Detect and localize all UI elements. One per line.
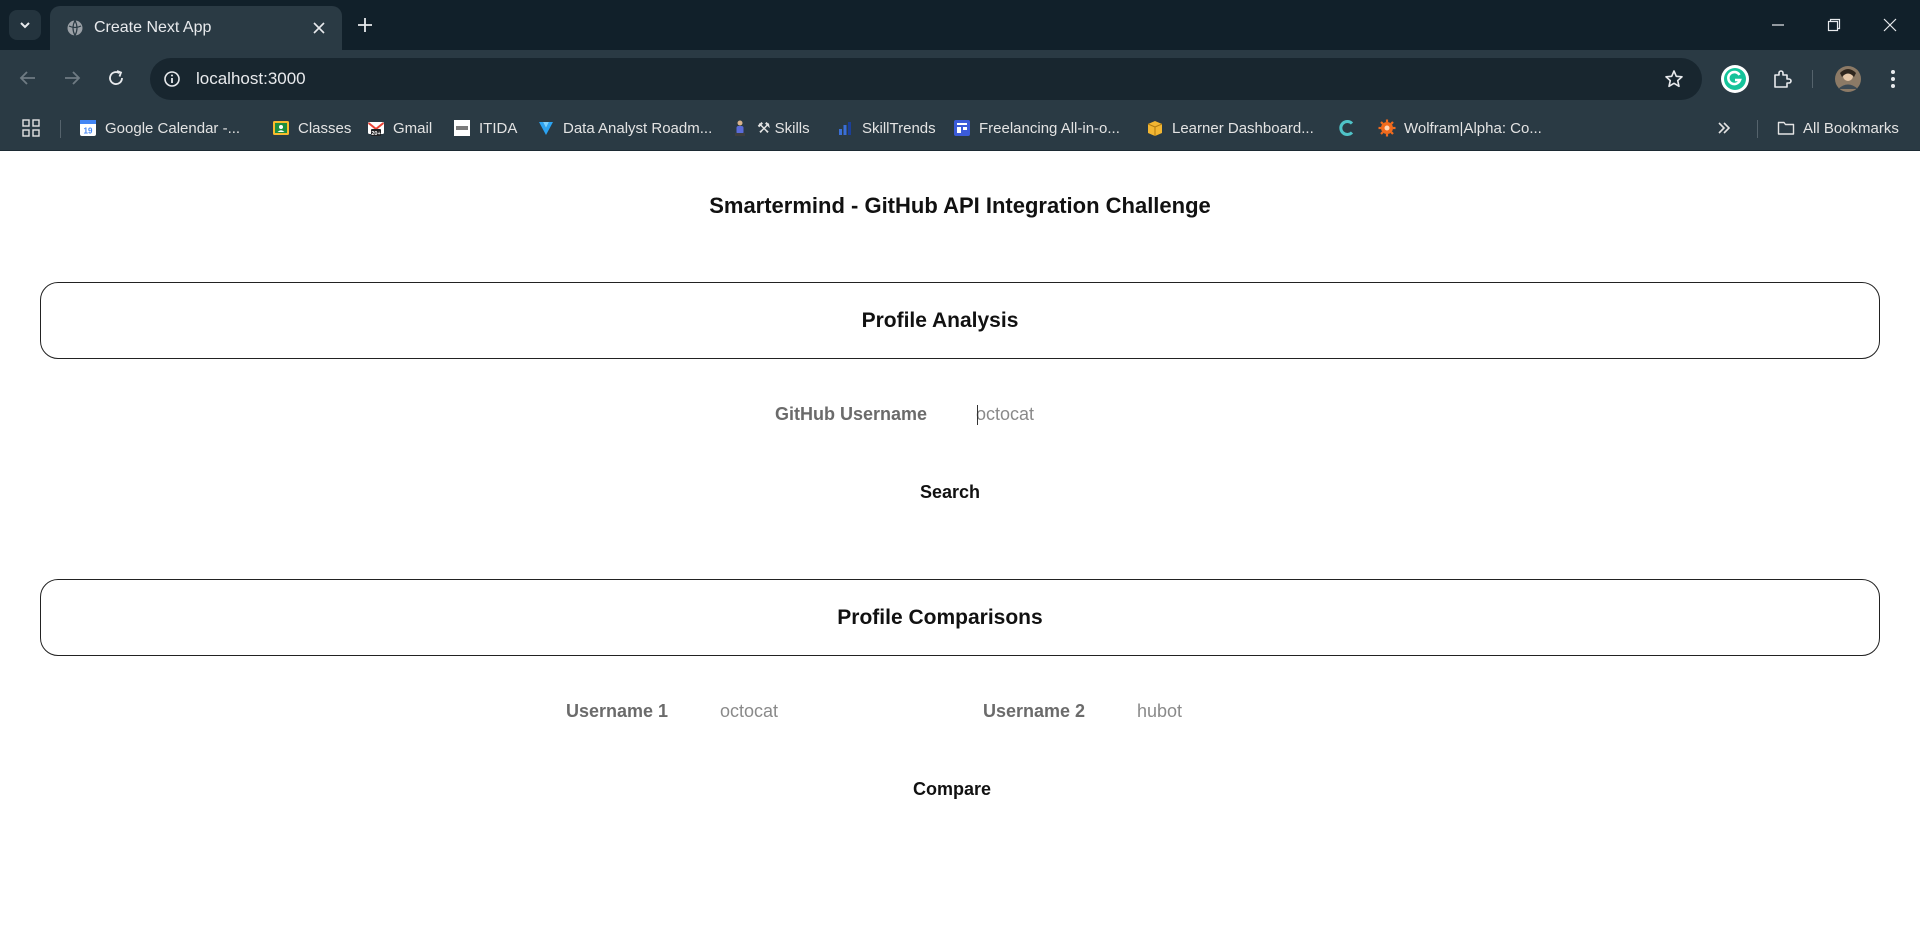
- bookmark-label: ⚒ Skills: [757, 120, 810, 137]
- back-button[interactable]: [12, 62, 44, 94]
- apps-button[interactable]: [22, 114, 40, 142]
- bookmark-itida[interactable]: ITIDA: [453, 114, 517, 142]
- svg-text:19: 19: [84, 127, 93, 136]
- more-bookmarks-button[interactable]: [1717, 114, 1731, 142]
- username2-label: Username 2: [983, 701, 1086, 721]
- page-content: Smartermind - GitHub API Integration Cha…: [0, 151, 1920, 947]
- restore-button[interactable]: [1806, 0, 1862, 50]
- text-caret: [977, 405, 978, 425]
- all-bookmarks-button[interactable]: All Bookmarks: [1777, 114, 1899, 142]
- site-info-button[interactable]: [157, 64, 187, 94]
- info-icon: [164, 71, 180, 87]
- page-title: Smartermind - GitHub API Integration Cha…: [709, 193, 1211, 218]
- chevron-down-icon: [20, 22, 30, 29]
- all-bookmarks-label: All Bookmarks: [1803, 119, 1899, 137]
- bookmark-skills[interactable]: ⚒ Skills: [731, 114, 810, 142]
- forward-button[interactable]: [56, 62, 88, 94]
- bookmark-label: Learner Dashboard...: [1172, 119, 1314, 137]
- grammarly-extension-button[interactable]: [1718, 62, 1752, 96]
- profile-comparisons-header: Profile Comparisons: [40, 579, 1880, 656]
- compare-button[interactable]: Compare: [913, 779, 991, 800]
- new-tab-button[interactable]: [350, 10, 380, 40]
- calendar-icon: 19: [80, 120, 96, 136]
- profile-avatar-button[interactable]: [1831, 62, 1865, 96]
- search-button[interactable]: Search: [920, 482, 980, 503]
- chevron-double-right-icon: [1718, 122, 1731, 134]
- bookmark-gmail[interactable]: 20+ Gmail: [367, 114, 432, 142]
- folder-icon: [1777, 121, 1795, 135]
- plus-icon: [358, 18, 372, 32]
- bookmark-label: ITIDA: [479, 119, 518, 137]
- bookmark-google-calendar[interactable]: 19 Google Calendar -...: [79, 114, 240, 142]
- active-tab[interactable]: Create Next App: [50, 6, 342, 50]
- browser-menu-button[interactable]: [1876, 62, 1910, 96]
- username1-input[interactable]: [720, 698, 920, 724]
- bookmarks-divider: [60, 120, 61, 138]
- bookmark-label: Wolfram|Alpha: Co...: [1404, 119, 1542, 137]
- close-window-button[interactable]: [1862, 0, 1918, 50]
- roadmap-icon: [539, 122, 553, 135]
- restore-icon: [1827, 18, 1841, 32]
- wolfram-icon: [1378, 119, 1396, 137]
- itida-icon: [454, 120, 470, 136]
- star-icon: [1665, 70, 1683, 88]
- avatar-icon: [1835, 66, 1861, 92]
- apps-grid-icon: [22, 119, 40, 137]
- bookmarks-divider: [1757, 120, 1758, 138]
- svg-text:20+: 20+: [371, 131, 380, 137]
- bookmark-freelancing[interactable]: Freelancing All-in-o...: [953, 114, 1120, 142]
- gmail-icon: 20+: [367, 122, 385, 137]
- profile-comparisons-heading: Profile Comparisons: [837, 605, 1043, 629]
- bookmark-wolfram-alpha[interactable]: Wolfram|Alpha: Co...: [1378, 114, 1542, 142]
- bookmark-label: SkillTrends: [862, 119, 936, 137]
- grammarly-icon: [1721, 65, 1749, 93]
- bookmark-classes[interactable]: Classes: [272, 114, 351, 142]
- puzzle-icon: [1774, 70, 1792, 88]
- reload-icon: [109, 70, 123, 85]
- close-icon: [313, 22, 325, 34]
- extensions-button[interactable]: [1765, 62, 1799, 96]
- classroom-icon: [273, 121, 289, 135]
- minimize-icon: [1772, 24, 1784, 26]
- url-text[interactable]: localhost:3000: [196, 69, 1654, 89]
- close-tab-button[interactable]: [308, 17, 330, 39]
- toolbar-divider: [1812, 70, 1813, 88]
- bookmark-star-button[interactable]: [1654, 59, 1694, 99]
- bookmark-label: Data Analyst Roadm...: [563, 119, 713, 137]
- github-username-input[interactable]: [976, 401, 1176, 427]
- close-icon: [1883, 18, 1897, 32]
- browser-toolbar: localhost:3000: [0, 50, 1920, 106]
- bookmarks-bar: 19 Google Calendar -... Classes 20+ Gmai…: [0, 106, 1920, 151]
- bookmark-label: Gmail: [393, 119, 433, 137]
- username2-input[interactable]: [1137, 698, 1337, 724]
- github-username-label: GitHub Username: [775, 404, 928, 424]
- arrow-left-icon: [19, 71, 35, 85]
- profile-analysis-header: Profile Analysis: [40, 282, 1880, 359]
- bookmark-label: Google Calendar -...: [105, 119, 241, 137]
- bookmark-label: Classes: [298, 119, 352, 137]
- bookmark-skilltrends[interactable]: SkillTrends: [836, 114, 936, 142]
- profile-analysis-heading: Profile Analysis: [861, 308, 1019, 332]
- bookmark-learner-dashboard[interactable]: Learner Dashboard...: [1146, 114, 1314, 142]
- reload-button[interactable]: [100, 62, 132, 94]
- bar-chart-icon: [839, 122, 851, 135]
- freelancing-icon: [954, 120, 970, 136]
- bookmark-label: Freelancing All-in-o...: [979, 119, 1120, 137]
- tab-strip: Create Next App: [0, 0, 1920, 50]
- minimize-button[interactable]: [1750, 0, 1806, 50]
- more-vertical-icon: [1891, 70, 1895, 88]
- address-bar[interactable]: localhost:3000: [150, 58, 1702, 100]
- arrow-right-icon: [65, 71, 81, 85]
- bookmark-c-logo[interactable]: [1338, 114, 1364, 142]
- c-logo-icon: [1339, 120, 1354, 136]
- globe-icon: [67, 20, 83, 36]
- tab-search-button[interactable]: [9, 10, 41, 40]
- bookmark-data-analyst-roadmap[interactable]: Data Analyst Roadm...: [537, 114, 712, 142]
- skills-icon: [735, 120, 745, 136]
- username1-label: Username 1: [566, 701, 669, 721]
- tab-title: Create Next App: [94, 19, 212, 36]
- box-icon: [1147, 121, 1163, 136]
